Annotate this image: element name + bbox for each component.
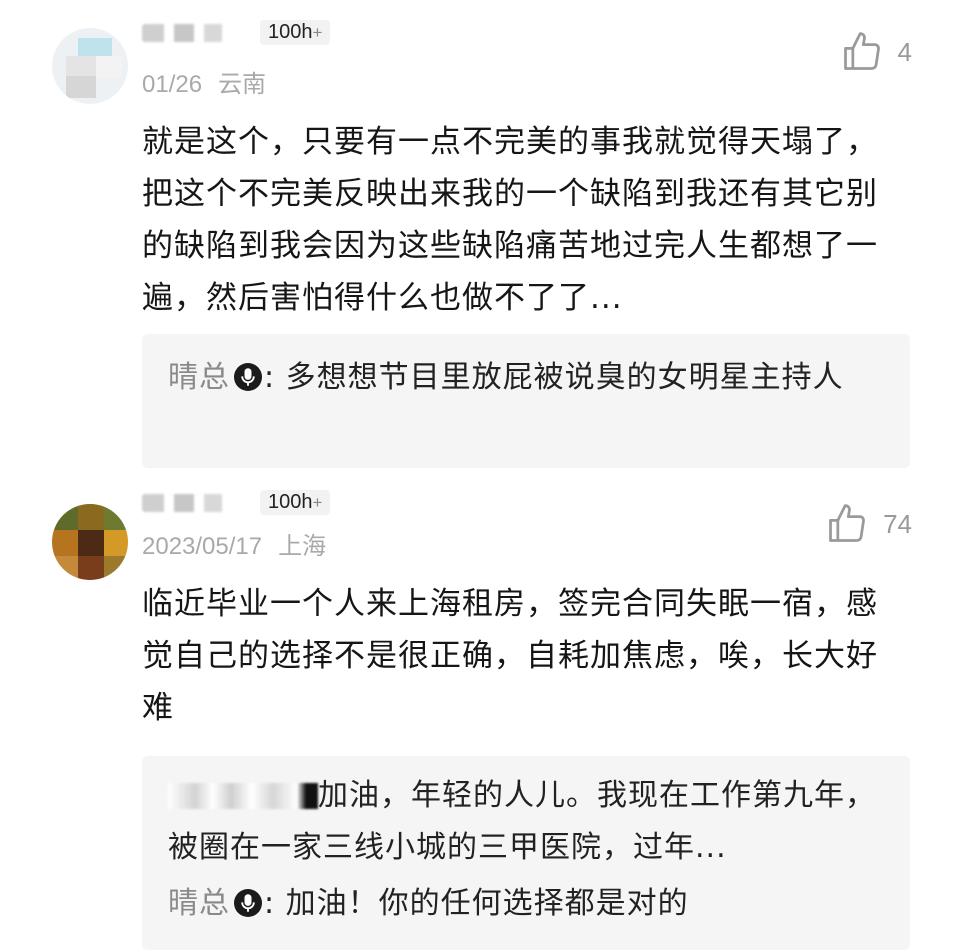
reply-text: : 多想想节目里放屁被说臭的女明星主持人 [264, 360, 844, 395]
comment-item: 100h+ 01/26 云南 4 就是这个，只要有一点不完美的事我就觉得天塌了，把… [0, 0, 960, 490]
reply-author[interactable]: 晴总 [168, 360, 230, 395]
comment-date: 2023/05/17 [142, 533, 263, 560]
comment-item: 100h+ 2023/05/17 上海 74 临近毕业一个人来上海租房，签完合同失… [0, 490, 960, 950]
replies-box[interactable]: 晴总 : 多想想节目里放屁被说臭的女明星主持人 [142, 334, 910, 468]
reply-text: : 加油！你的任何选择都是对的 [264, 886, 689, 921]
like-count: 4 [897, 36, 912, 67]
comment-date: 01/26 [142, 71, 203, 98]
replies-box[interactable]: 加油，年轻的人儿。我现在工作第九年，被圈在一家三线小城的三甲医院，过年... 晴… [142, 756, 910, 950]
reply-item[interactable]: 晴总 : 多想想节目里放屁被说臭的女明星主持人 [168, 352, 888, 404]
hours-badge: 100h+ [260, 490, 331, 515]
username-redacted[interactable] [142, 493, 242, 512]
avatar[interactable] [52, 28, 128, 104]
username-redacted[interactable] [142, 23, 242, 42]
reply-author-redacted[interactable] [168, 783, 318, 809]
like-button[interactable]: 4 [840, 30, 912, 74]
username-row: 100h+ [142, 490, 331, 515]
username-row: 100h+ [142, 20, 331, 45]
thumbs-up-icon [829, 504, 865, 542]
comment-text: 临近毕业一个人来上海租房，签完合同失眠一宿，感觉自己的选择不是很正确，自耗加焦虑… [142, 586, 878, 726]
comment-text: 就是这个，只要有一点不完美的事我就觉得天塌了，把这个不完美反映出来我的一个缺陷到… [142, 124, 878, 316]
thumbs-up-icon [843, 32, 880, 70]
like-button[interactable]: 74 [825, 502, 912, 546]
comment-location: 上海 [278, 533, 327, 560]
comment-meta: 01/26 云南 [142, 64, 266, 99]
avatar[interactable] [52, 504, 128, 580]
reply-item[interactable]: 晴总 : 加油！你的任何选择都是对的 [168, 878, 888, 930]
microphone-icon [234, 363, 262, 391]
comment-meta: 2023/05/17 上海 [142, 526, 326, 561]
microphone-icon [234, 889, 262, 917]
reply-item[interactable]: 加油，年轻的人儿。我现在工作第九年，被圈在一家三线小城的三甲医院，过年... [168, 770, 888, 874]
hours-badge: 100h+ [260, 20, 331, 45]
like-count: 74 [883, 508, 912, 539]
comment-location: 云南 [218, 71, 267, 98]
reply-author[interactable]: 晴总 [168, 886, 230, 921]
